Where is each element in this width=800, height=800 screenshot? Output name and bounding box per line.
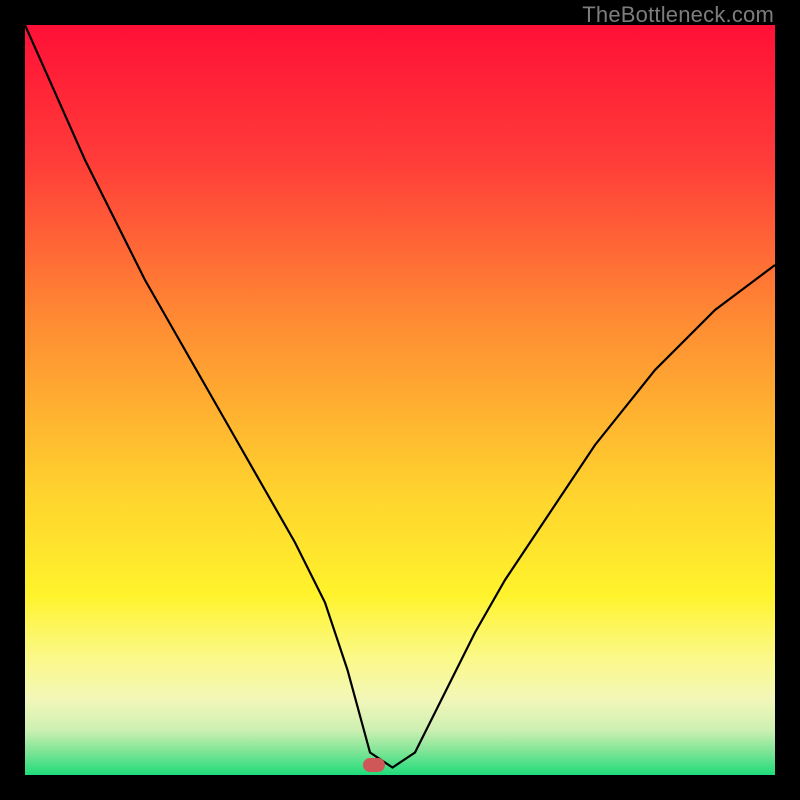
watermark-text: TheBottleneck.com [582, 2, 774, 28]
chart-frame: TheBottleneck.com [0, 0, 800, 800]
plot-area [25, 25, 775, 775]
heatmap-gradient [25, 25, 775, 775]
optimum-marker [363, 758, 385, 772]
